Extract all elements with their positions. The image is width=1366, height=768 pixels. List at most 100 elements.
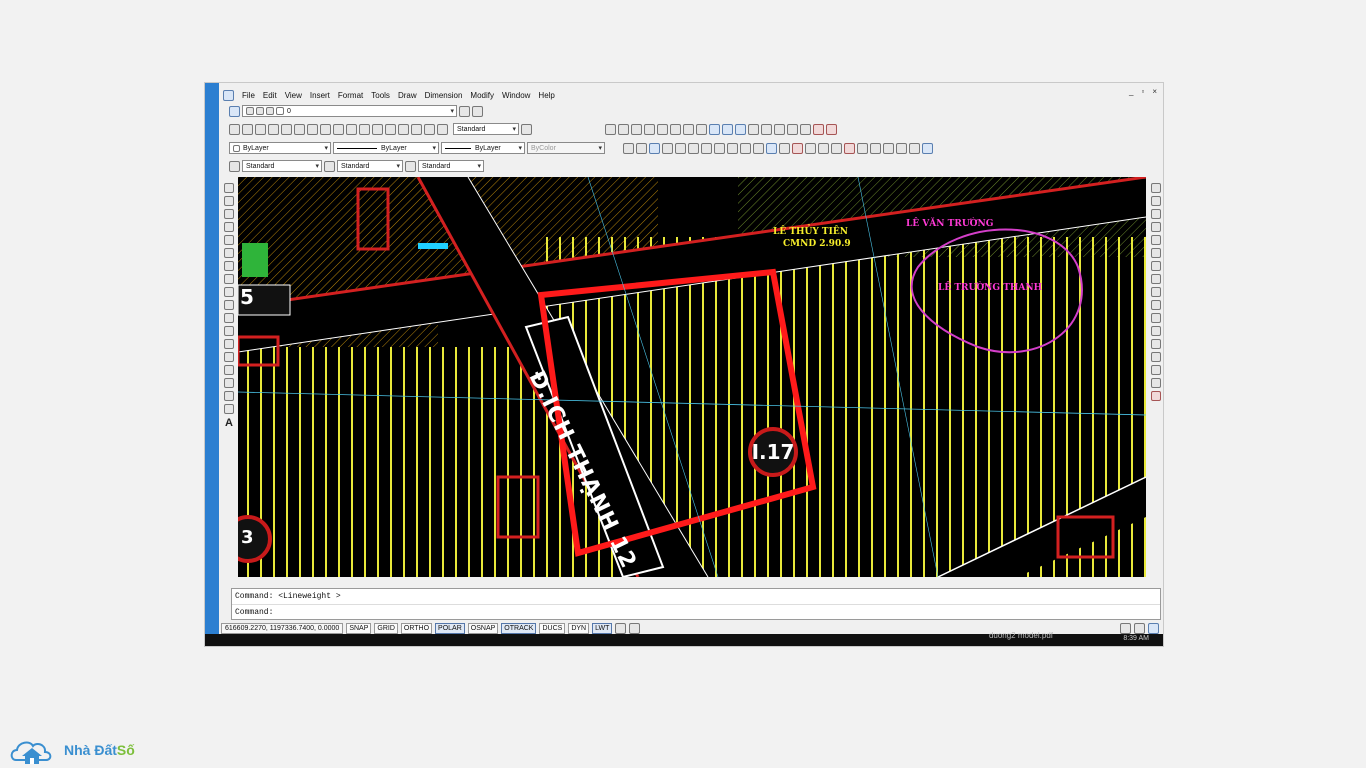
menu-edit[interactable]: Edit: [259, 91, 281, 100]
layer-previous-icon[interactable]: [472, 105, 483, 117]
help-icon[interactable]: [922, 142, 933, 154]
ring-icon[interactable]: [735, 123, 746, 135]
mirror-icon[interactable]: [1151, 209, 1161, 219]
tolerance-icon[interactable]: [385, 123, 396, 135]
circle-icon[interactable]: [224, 261, 234, 271]
multiline-text-icon[interactable]: A: [225, 417, 233, 429]
copy-icon[interactable]: [714, 142, 725, 154]
continue-icon[interactable]: [359, 123, 370, 135]
zoom-realtime-icon[interactable]: [805, 142, 816, 154]
gradient-icon[interactable]: [224, 378, 234, 388]
table-style-dropdown[interactable]: Standard: [418, 160, 484, 172]
perpendicular-icon[interactable]: [748, 123, 759, 135]
design-center-icon[interactable]: [857, 142, 868, 154]
coordinates-readout[interactable]: 616609.2270, 1197336.7400, 0.0000: [221, 622, 344, 634]
table-style-icon[interactable]: [405, 160, 416, 172]
save-icon[interactable]: [649, 142, 660, 154]
copy-object-icon[interactable]: [1151, 196, 1161, 206]
aligned-dim-icon[interactable]: [242, 123, 253, 135]
lineweight-dropdown[interactable]: ByLayer: [441, 142, 525, 154]
redo-icon[interactable]: [779, 142, 790, 154]
polygon-icon[interactable]: [224, 222, 234, 232]
edit-icon[interactable]: [631, 123, 642, 135]
layout-icon[interactable]: [629, 622, 641, 634]
magnet-icon[interactable]: [826, 123, 837, 135]
radius-icon[interactable]: [281, 123, 292, 135]
extend-icon[interactable]: [1151, 313, 1161, 323]
menu-modify[interactable]: Modify: [466, 91, 498, 100]
parallel-icon[interactable]: [761, 123, 772, 135]
rectangle-icon[interactable]: [224, 235, 234, 245]
polar-toggle[interactable]: POLAR: [435, 622, 465, 634]
menu-view[interactable]: View: [281, 91, 306, 100]
cut-icon[interactable]: [701, 142, 712, 154]
diameter-icon[interactable]: [307, 123, 318, 135]
ordinate-icon[interactable]: [268, 123, 279, 135]
model-icon[interactable]: [615, 622, 627, 634]
print-icon[interactable]: [662, 142, 673, 154]
osnap-settings-icon[interactable]: [813, 123, 824, 135]
rotate-icon[interactable]: [1151, 261, 1161, 271]
markup-icon[interactable]: [896, 142, 907, 154]
menu-file[interactable]: File: [238, 91, 259, 100]
leader-icon[interactable]: [372, 123, 383, 135]
text-style-dropdown[interactable]: Standard: [242, 160, 322, 172]
dyn-toggle[interactable]: DYN: [568, 622, 590, 634]
properties-icon[interactable]: [844, 142, 855, 154]
tool-palettes-icon[interactable]: [870, 142, 881, 154]
dim-text-edit-icon[interactable]: [424, 123, 435, 135]
polyline-icon[interactable]: [224, 209, 234, 219]
jogged-icon[interactable]: [294, 123, 305, 135]
chamfer-icon[interactable]: [1151, 352, 1161, 362]
publish-icon[interactable]: [688, 142, 699, 154]
restore-button[interactable]: ▫: [1141, 87, 1144, 96]
center-mark-icon[interactable]: [398, 123, 409, 135]
zoom-window-icon[interactable]: [818, 142, 829, 154]
move-icon[interactable]: [1151, 248, 1161, 258]
trim-icon[interactable]: [1151, 300, 1161, 310]
pencil-icon[interactable]: [644, 123, 655, 135]
make-current-icon[interactable]: [459, 105, 470, 117]
line-icon[interactable]: [605, 123, 616, 135]
construction-line-icon[interactable]: [224, 196, 234, 206]
open-icon[interactable]: [636, 142, 647, 154]
snap-icon[interactable]: [800, 123, 811, 135]
line-draw-icon[interactable]: [224, 183, 234, 193]
menu-tools[interactable]: Tools: [367, 91, 394, 100]
taskbar-file[interactable]: duong2 model.pdf: [989, 631, 1053, 640]
table-icon[interactable]: [224, 404, 234, 414]
minimize-button[interactable]: _: [1129, 87, 1133, 96]
app-icon[interactable]: [223, 89, 234, 101]
erase-icon[interactable]: [1151, 183, 1161, 193]
tray-settings-icon[interactable]: [1134, 622, 1145, 634]
arc-length-icon[interactable]: [255, 123, 266, 135]
baseline-icon[interactable]: [346, 123, 357, 135]
fillet-icon[interactable]: [1151, 365, 1161, 375]
spline-icon[interactable]: [224, 287, 234, 297]
pan-icon[interactable]: [792, 142, 803, 154]
diamond-icon[interactable]: [722, 123, 733, 135]
cross-icon[interactable]: [670, 123, 681, 135]
break-icon[interactable]: [1151, 326, 1161, 336]
command-prompt[interactable]: Command:: [235, 608, 273, 617]
drawing-canvas[interactable]: Đ.ICH THẠNH 12 I.17 5 3 LÊ THỦY TIÊN CMN…: [238, 177, 1146, 577]
make-block-icon[interactable]: [224, 339, 234, 349]
dim-edit-icon[interactable]: [411, 123, 422, 135]
insert-icon[interactable]: [774, 123, 785, 135]
arc-icon[interactable]: [224, 248, 234, 258]
otrack-toggle[interactable]: OTRACK: [501, 622, 537, 634]
menu-dimension[interactable]: Dimension: [421, 91, 467, 100]
circle-target-icon[interactable]: [709, 123, 720, 135]
osnap-toggle[interactable]: OSNAP: [467, 622, 499, 634]
new-icon[interactable]: [623, 142, 634, 154]
close-button[interactable]: ×: [1152, 87, 1157, 96]
explode-icon[interactable]: [1151, 378, 1161, 388]
hatch-icon[interactable]: [224, 365, 234, 375]
brush-icon[interactable]: [753, 142, 764, 154]
grid-toggle[interactable]: GRID: [374, 622, 398, 634]
layer-manager-icon[interactable]: [229, 105, 240, 117]
lwt-toggle[interactable]: LWT: [592, 622, 613, 634]
calculator-icon[interactable]: [909, 142, 920, 154]
x-icon[interactable]: [683, 123, 694, 135]
dim-style-icon[interactable]: [521, 123, 532, 135]
